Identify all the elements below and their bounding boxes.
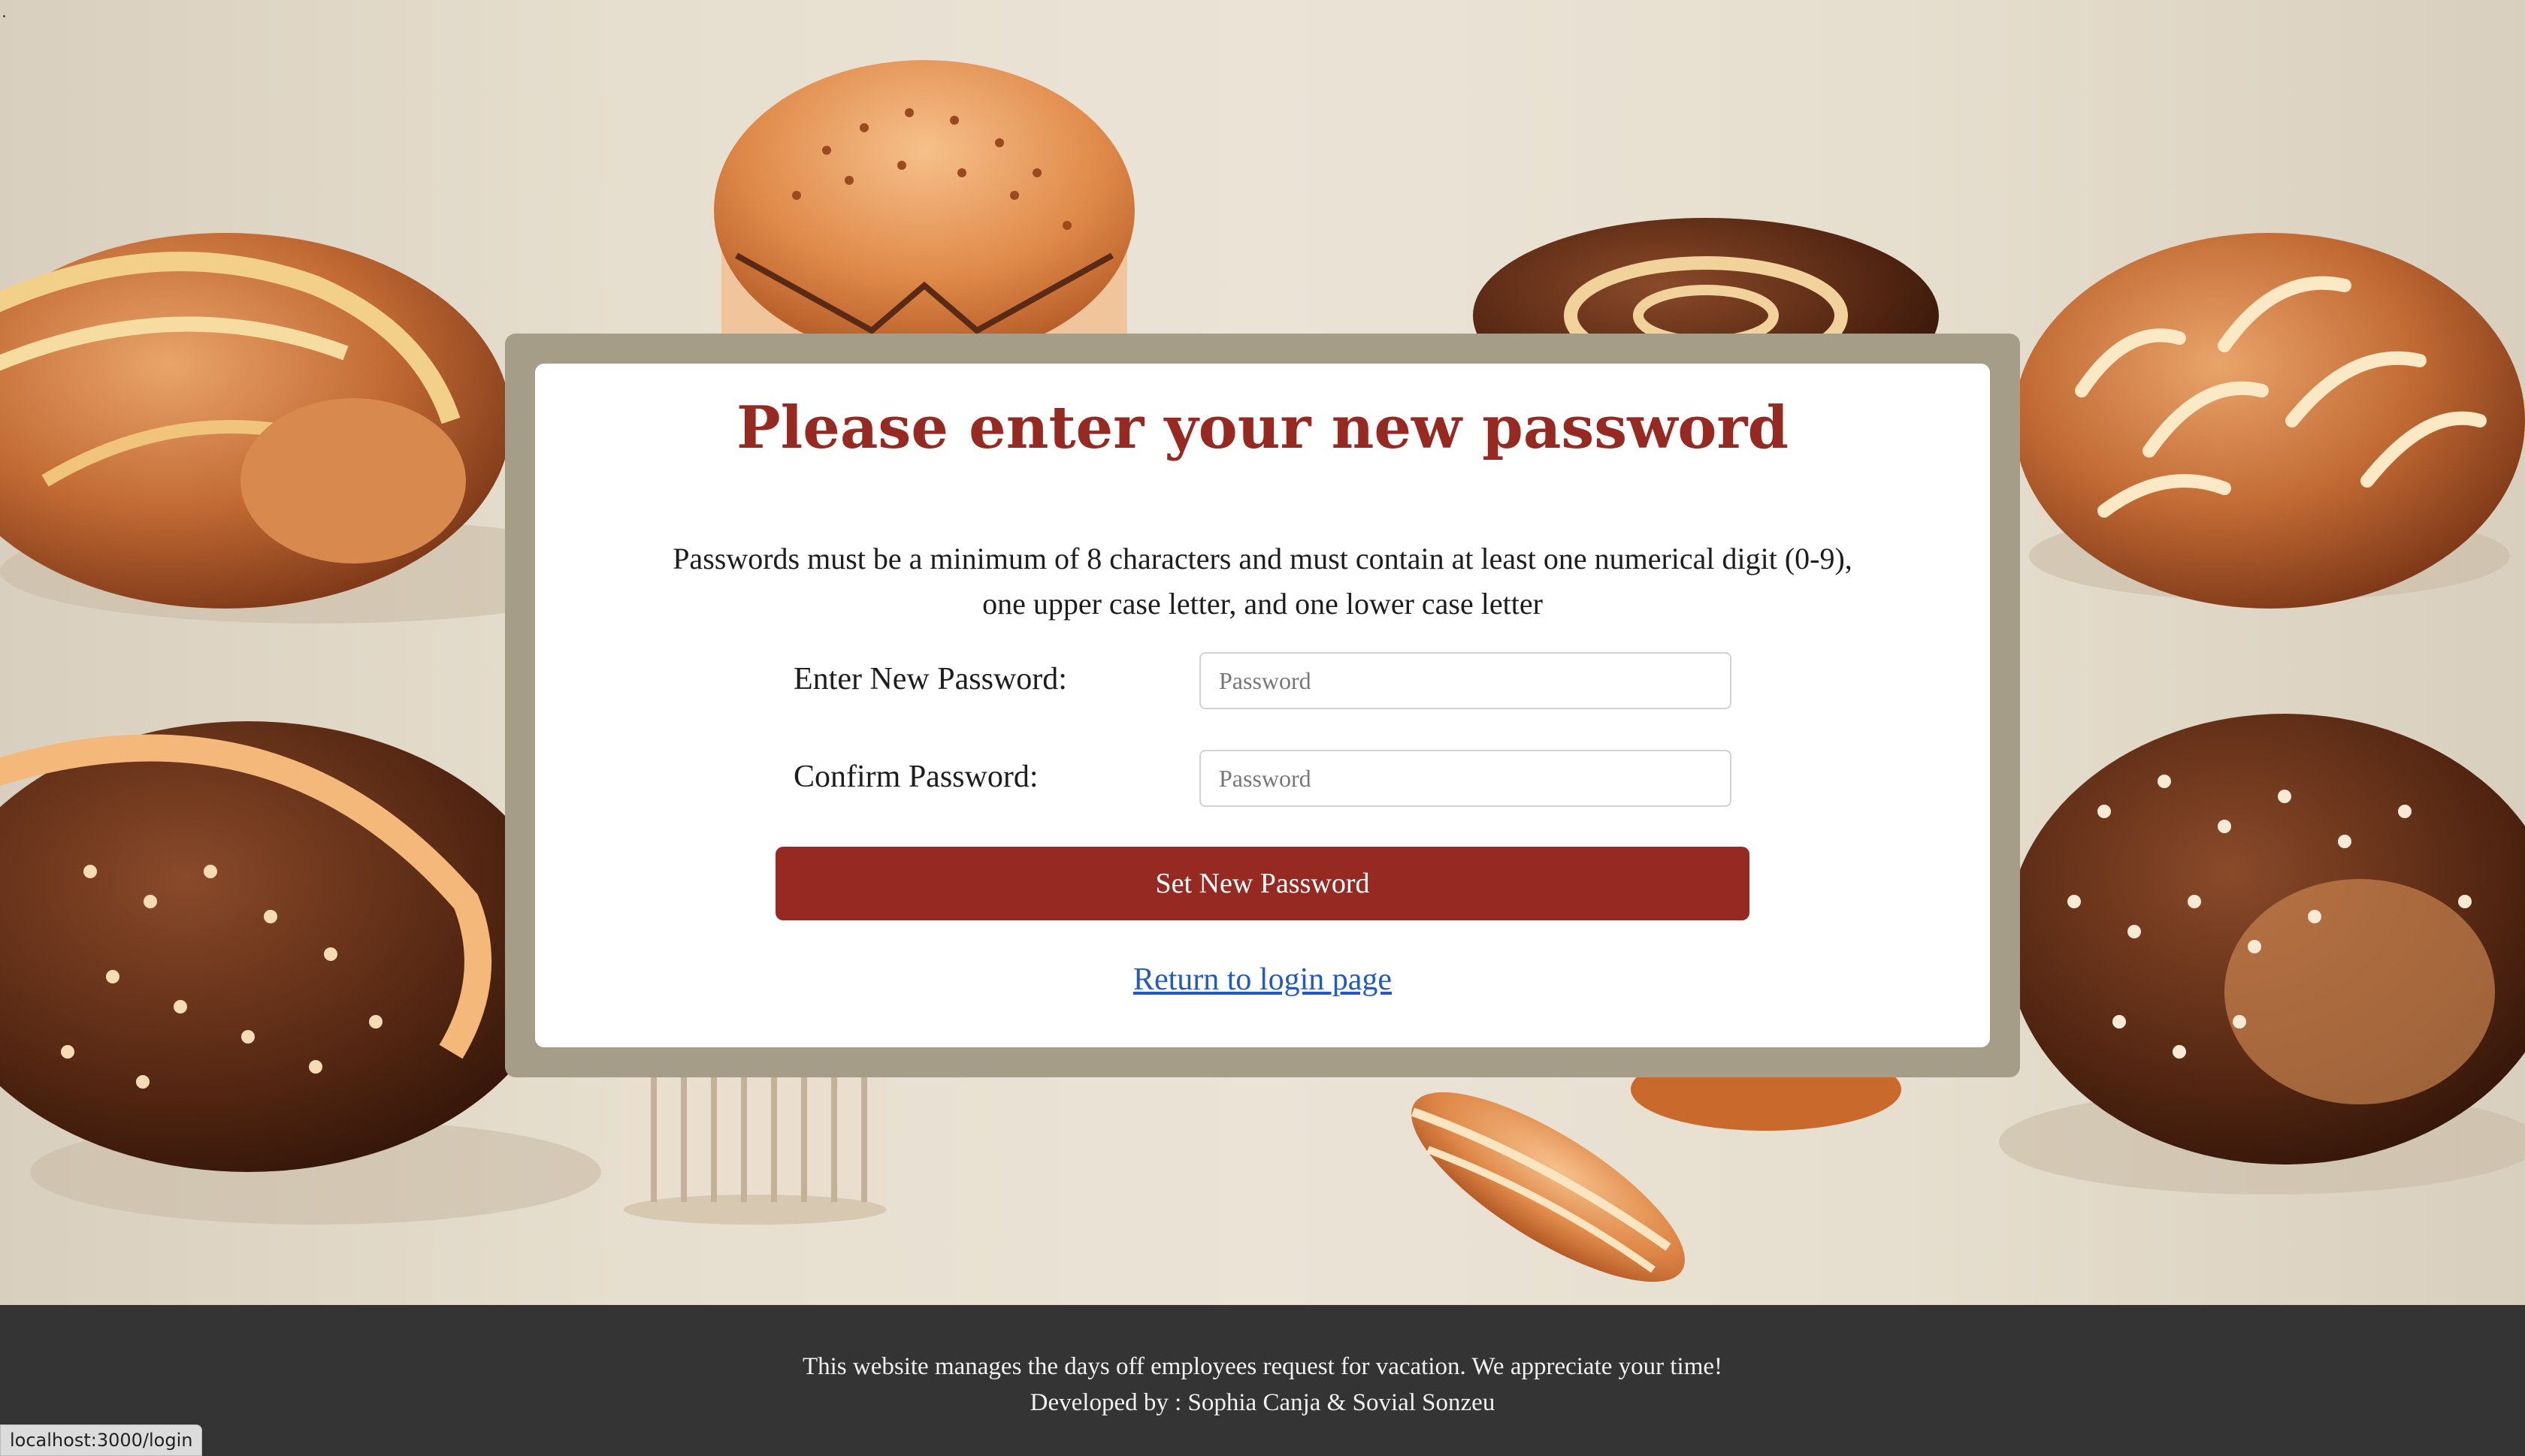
page-title: Please enter your new password [736,394,1789,462]
new-password-input[interactable] [1199,652,1731,709]
return-to-login-link[interactable]: Return to login page [1133,962,1392,997]
status-bar-url: localhost:3000/login [0,1424,203,1456]
corner-mark: . [2,3,7,22]
new-password-label: Enter New Password: [794,662,1067,696]
footer-credits: Developed by : Sophia Canja & Sovial Son… [1030,1389,1495,1416]
footer: This website manages the days off employ… [0,1305,2525,1456]
braid-top-right [2014,233,2525,609]
password-rules: Passwords must be a minimum of 8 charact… [673,542,1852,621]
confirm-password-label: Confirm Password: [794,760,1039,794]
chocolate-pastry-bottom-right [2006,714,2525,1164]
return-link-row: Return to login page [535,962,1990,998]
footer-description: This website manages the days off employ… [802,1353,1723,1380]
loaf-bottom-left [0,721,564,1172]
reset-password-card: Please enter your new password Passwords… [535,364,1990,1047]
cup-bottom-center [624,1052,887,1225]
confirm-password-input[interactable] [1199,750,1731,807]
set-new-password-button[interactable]: Set New Password [776,847,1749,920]
